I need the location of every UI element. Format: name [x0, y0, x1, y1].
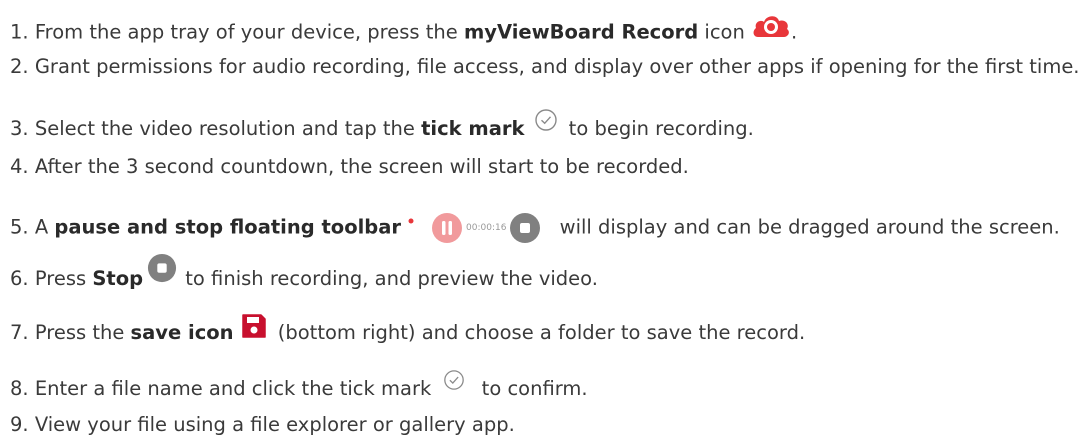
- step-text: From the app tray of your device, press …: [34, 20, 464, 44]
- step-number: 6.: [10, 267, 29, 290]
- tick-mark-label: tick mark: [421, 117, 525, 140]
- step-text: View your file using a file explorer or …: [34, 413, 515, 436]
- save-icon-label: save icon: [130, 321, 234, 344]
- pause-icon: [432, 213, 463, 243]
- tick-mark-icon: [443, 369, 465, 397]
- stop-icon: [147, 253, 177, 289]
- step-text: Press the: [34, 321, 131, 344]
- step-number: 4.: [10, 155, 29, 178]
- step-text: will display and can be dragged around t…: [553, 215, 1060, 239]
- step-number: 7.: [10, 321, 29, 344]
- instructions-page: { "steps": [ {"num":"1.","t1":"From the …: [0, 0, 1092, 440]
- step-text: .: [791, 20, 798, 44]
- tick-mark-icon: [534, 108, 558, 138]
- step-text: to begin recording.: [562, 117, 754, 140]
- recording-dot-icon: [408, 218, 414, 224]
- step-text: Press: [34, 267, 93, 290]
- record-app-icon: [751, 10, 791, 46]
- step-9: 9. View your file using a file explorer …: [10, 413, 515, 437]
- floating-toolbar: 00:00:16: [407, 212, 541, 244]
- save-icon: [240, 312, 268, 346]
- stop-label: Stop: [92, 267, 144, 290]
- step-7: 7. Press the save icon (bottom right) an…: [10, 313, 806, 346]
- step-3: 3. Select the video resolution and tap t…: [10, 108, 754, 141]
- step-text: Enter a file name and click the tick mar…: [34, 377, 438, 400]
- step-number: 3.: [10, 117, 29, 140]
- step-4: 4. After the 3 second countdown, the scr…: [10, 155, 689, 179]
- step-text: A: [34, 215, 55, 239]
- stop-icon: [510, 213, 541, 243]
- step-6: 6. Press Stop to finish recording, and p…: [10, 253, 598, 291]
- step-text: Select the video resolution and tap the: [34, 117, 422, 140]
- step-text: (bottom right) and choose a folder to sa…: [271, 321, 806, 344]
- step-8: 8. Enter a file name and click the tick …: [10, 369, 588, 401]
- step-number: 5.: [10, 215, 29, 239]
- step-5: 5. A pause and stop floating toolbar 00:…: [10, 212, 1060, 244]
- step-text: Grant permissions for audio recording, f…: [34, 55, 1080, 78]
- step-number: 9.: [10, 413, 29, 436]
- step-text: After the 3 second countdown, the screen…: [34, 155, 689, 178]
- step-number: 1.: [10, 20, 29, 44]
- step-text: to finish recording, and preview the vid…: [179, 267, 598, 290]
- step-1: 1. From the app tray of your device, pre…: [10, 16, 798, 46]
- floating-toolbar-label: pause and stop floating toolbar: [54, 215, 402, 239]
- app-name: myViewBoard Record: [463, 20, 699, 44]
- step-number: 2.: [10, 55, 29, 78]
- step-number: 8.: [10, 377, 29, 400]
- step-text: icon: [698, 20, 752, 44]
- step-text: to confirm.: [475, 377, 588, 400]
- step-2: 2. Grant permissions for audio recording…: [10, 55, 1080, 79]
- recording-timer: 00:00:16: [466, 223, 507, 233]
